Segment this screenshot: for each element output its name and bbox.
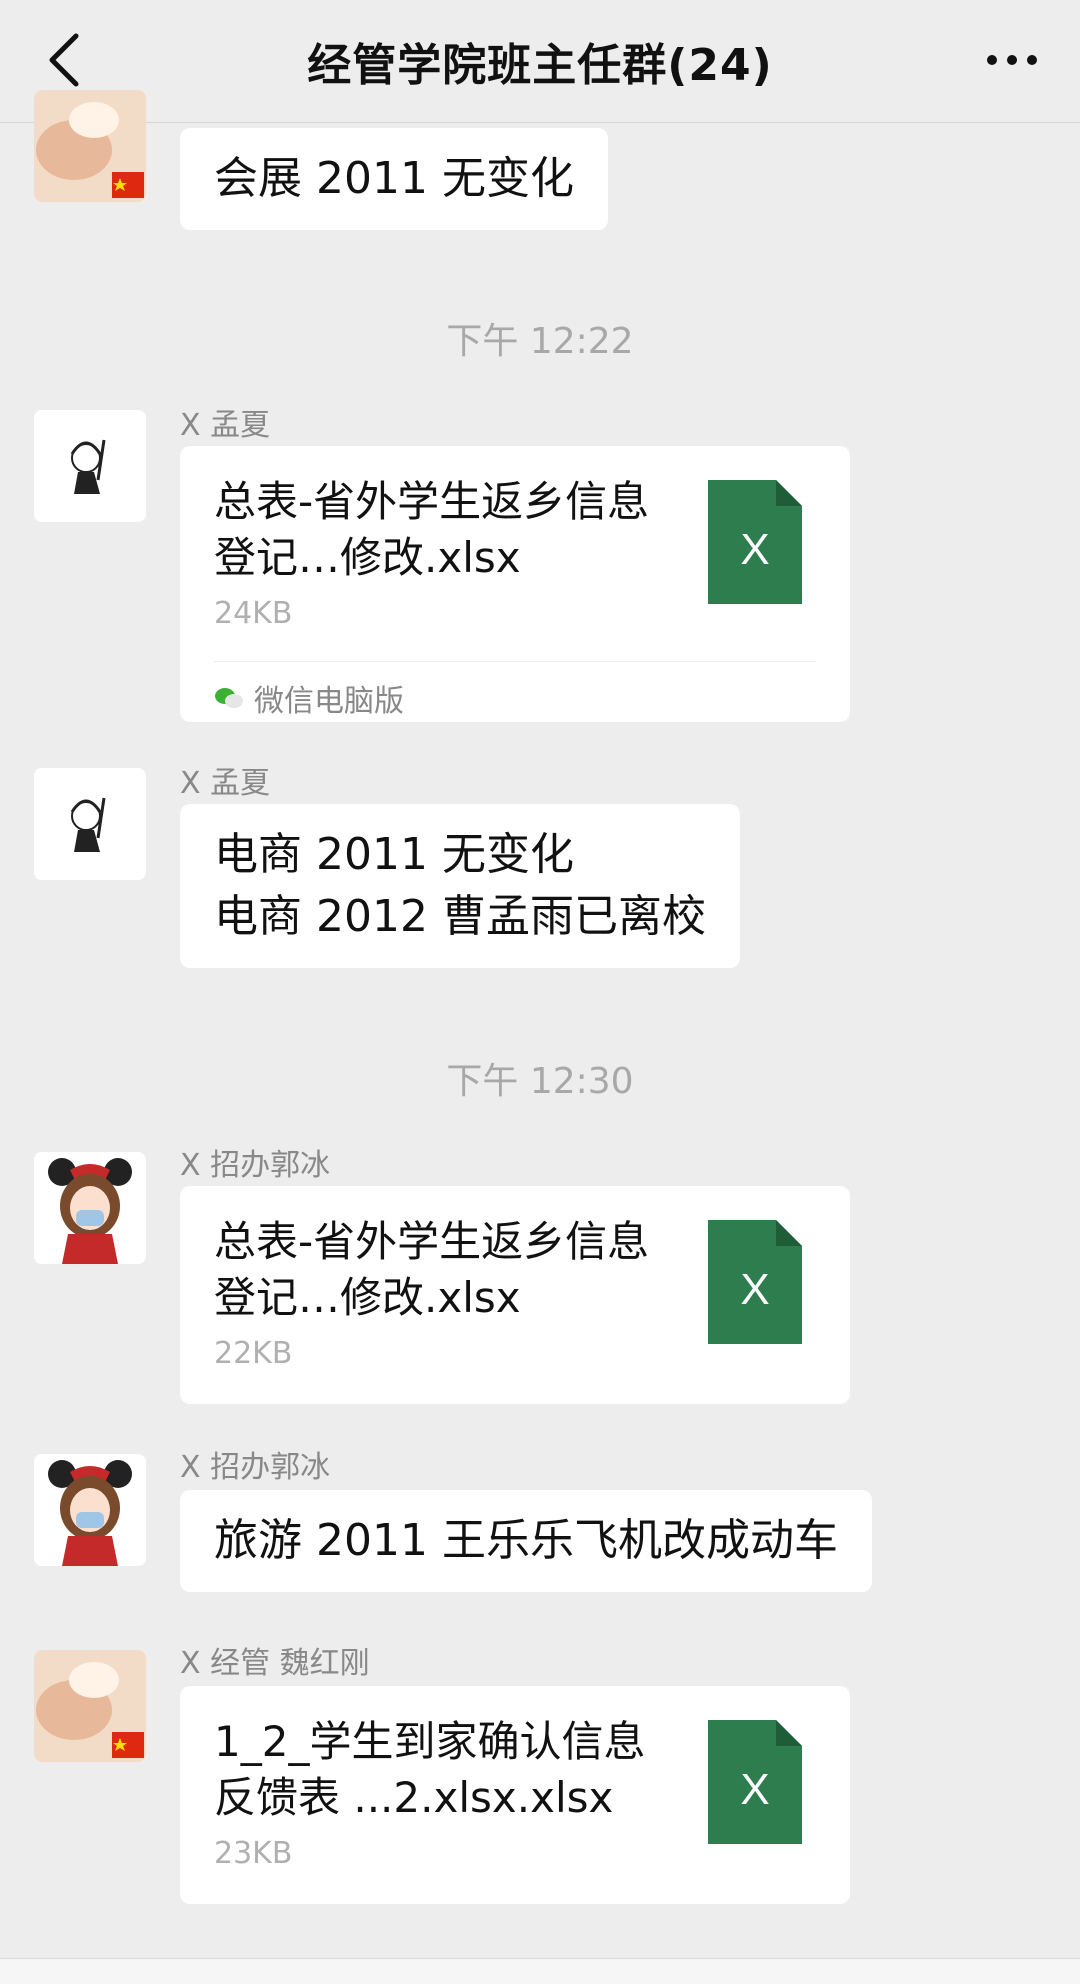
- input-bar-edge: [0, 1958, 1080, 1984]
- message-bubble[interactable]: 旅游 2011 王乐乐飞机改成动车: [180, 1490, 872, 1592]
- file-message[interactable]: 1_2_学生到家确认信息反馈表 ...2.xlsx.xlsx 23KB X: [180, 1686, 850, 1904]
- svg-text:X: X: [740, 1765, 769, 1814]
- file-name: 总表-省外学生返乡信息登记…修改.xlsx: [214, 477, 650, 582]
- source-label: 微信电脑版: [254, 684, 404, 719]
- avatar[interactable]: [34, 1650, 146, 1762]
- wechat-icon: [215, 688, 243, 708]
- avatar[interactable]: [34, 90, 146, 202]
- file-message[interactable]: 总表-省外学生返乡信息登记…修改.xlsx 24KB X 微信电脑版: [180, 446, 850, 722]
- svg-text:X: X: [740, 525, 769, 574]
- avatar[interactable]: [34, 410, 146, 522]
- message-line: 电商 2011 无变化: [214, 829, 574, 880]
- message-line: 电商 2012 曹孟雨已离校: [214, 891, 706, 942]
- avatar[interactable]: [34, 1152, 146, 1264]
- svg-text:X: X: [740, 1265, 769, 1314]
- file-message[interactable]: 总表-省外学生返乡信息登记…修改.xlsx 22KB X: [180, 1186, 850, 1404]
- sender-name: X 孟夏: [180, 766, 271, 801]
- excel-file-icon: X: [708, 1720, 802, 1844]
- excel-file-icon: X: [708, 1220, 802, 1344]
- file-name: 总表-省外学生返乡信息登记…修改.xlsx: [214, 1217, 650, 1322]
- sender-name: X 孟夏: [180, 408, 271, 443]
- chat-header: 经管学院班主任群(24): [0, 0, 1080, 123]
- message-text: 会展 2011 无变化: [214, 153, 574, 204]
- message-bubble[interactable]: 电商 2011 无变化 电商 2012 曹孟雨已离校: [180, 804, 740, 968]
- more-dots-icon[interactable]: [982, 45, 1042, 75]
- avatar[interactable]: [34, 768, 146, 880]
- source-row: 微信电脑版: [214, 661, 816, 720]
- message-bubble[interactable]: 会展 2011 无变化: [180, 128, 608, 230]
- back-chevron-icon[interactable]: [40, 30, 90, 90]
- excel-file-icon: X: [708, 480, 802, 604]
- chat-title: 经管学院班主任群(24): [307, 40, 773, 91]
- sender-name: X 招办郭冰: [180, 1148, 331, 1183]
- sender-name: X 经管 魏红刚: [180, 1646, 370, 1681]
- timestamp: 下午 12:30: [446, 1061, 634, 1102]
- message-text: 旅游 2011 王乐乐飞机改成动车: [214, 1515, 838, 1566]
- sender-name: X 招办郭冰: [180, 1450, 331, 1485]
- timestamp: 下午 12:22: [446, 321, 634, 362]
- avatar[interactable]: [34, 1454, 146, 1566]
- file-name: 1_2_学生到家确认信息反馈表 ...2.xlsx.xlsx: [214, 1717, 646, 1822]
